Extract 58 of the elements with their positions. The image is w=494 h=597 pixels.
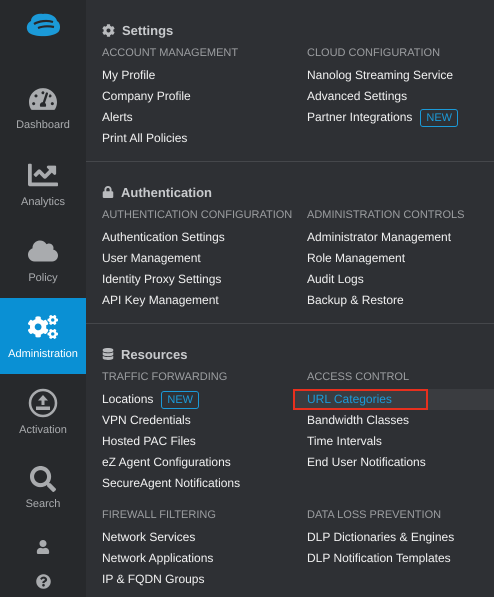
group-heading: DATA LOSS PREVENTION <box>307 508 442 523</box>
group-heading: CLOUD CONFIGURATION <box>307 46 442 61</box>
menu-link[interactable]: DLP Dictionaries & Engines <box>307 529 454 546</box>
menu-link[interactable]: Partner Integrations <box>307 109 412 126</box>
database-icon <box>102 348 114 360</box>
section-title: Authentication <box>121 184 212 200</box>
section-title: Resources <box>121 346 188 362</box>
menu-link[interactable]: Nanolog Streaming Service <box>307 67 454 84</box>
new-badge: NEW <box>420 108 458 126</box>
group-heading: FIREWALL FILTERING <box>102 508 217 523</box>
menu-link[interactable]: Audit Logs <box>307 271 364 288</box>
menu-link[interactable]: Authentication Settings <box>102 229 225 246</box>
menu-link[interactable]: DLP Notification Templates <box>307 550 451 567</box>
sidebar-item[interactable]: Analytics <box>0 146 86 222</box>
menu-link[interactable]: Advanced Settings <box>307 88 408 105</box>
group-heading: ACCESS CONTROL <box>307 370 410 385</box>
menu-link[interactable]: API Key Management <box>102 292 219 309</box>
menu-link[interactable]: Network Applications <box>102 550 214 567</box>
section-title: Settings <box>122 22 174 38</box>
sidebar-item[interactable]: Policy <box>0 222 86 298</box>
menu-link[interactable]: User Management <box>102 250 201 267</box>
upload-icon <box>28 388 58 418</box>
menu-link[interactable]: Role Management <box>307 250 406 267</box>
new-badge: NEW <box>161 390 200 408</box>
group-heading: ACCOUNT MANAGEMENT <box>102 46 240 61</box>
sidebar-item[interactable]: Dashboard <box>0 70 86 146</box>
group-heading: ADMINISTRATION CONTROLS <box>307 208 466 223</box>
user-icon[interactable] <box>36 540 50 554</box>
search-icon <box>30 466 56 492</box>
menu-link[interactable]: End User Notifications <box>307 454 426 471</box>
menu-link[interactable]: Print All Policies <box>102 130 188 147</box>
cloud-logo <box>25 12 61 38</box>
menu-link[interactable]: Hosted PAC Files <box>102 433 196 450</box>
menu-link[interactable]: Backup & Restore <box>307 292 404 309</box>
sidebar-item[interactable]: Search <box>0 450 86 526</box>
menu-link[interactable]: URL Categories <box>295 391 426 408</box>
settings-icon <box>102 24 115 36</box>
menu-link[interactable]: Identity Proxy Settings <box>102 271 222 288</box>
settings-icon <box>28 312 58 342</box>
sidebar-item[interactable]: Activation <box>0 374 86 450</box>
menu-link[interactable]: Company Profile <box>102 88 191 105</box>
menu-link[interactable]: My Profile <box>102 67 156 84</box>
gauge-icon <box>29 85 57 113</box>
menu-link[interactable]: IP & FQDN Groups <box>102 571 204 588</box>
menu-link[interactable]: Network Services <box>102 529 196 546</box>
menu-link[interactable]: SecureAgent Notifications <box>102 475 240 492</box>
menu-link[interactable]: Time Intervals <box>307 433 382 450</box>
lock-icon <box>102 186 114 198</box>
menu-link[interactable]: VPN Credentials <box>102 412 191 429</box>
menu-link[interactable]: Locations <box>102 391 154 408</box>
menu-link[interactable]: Administrator Management <box>307 229 452 246</box>
menu-link[interactable]: Bandwidth Classes <box>307 412 410 429</box>
sidebar-item[interactable]: Administration <box>0 298 86 374</box>
group-heading: TRAFFIC FORWARDING <box>102 370 228 385</box>
menu-link[interactable]: eZ Agent Configurations <box>102 454 231 471</box>
help-icon[interactable] <box>36 574 50 589</box>
group-heading: AUTHENTICATION CONFIGURATION <box>102 208 294 223</box>
menu-link[interactable]: Alerts <box>102 109 133 126</box>
